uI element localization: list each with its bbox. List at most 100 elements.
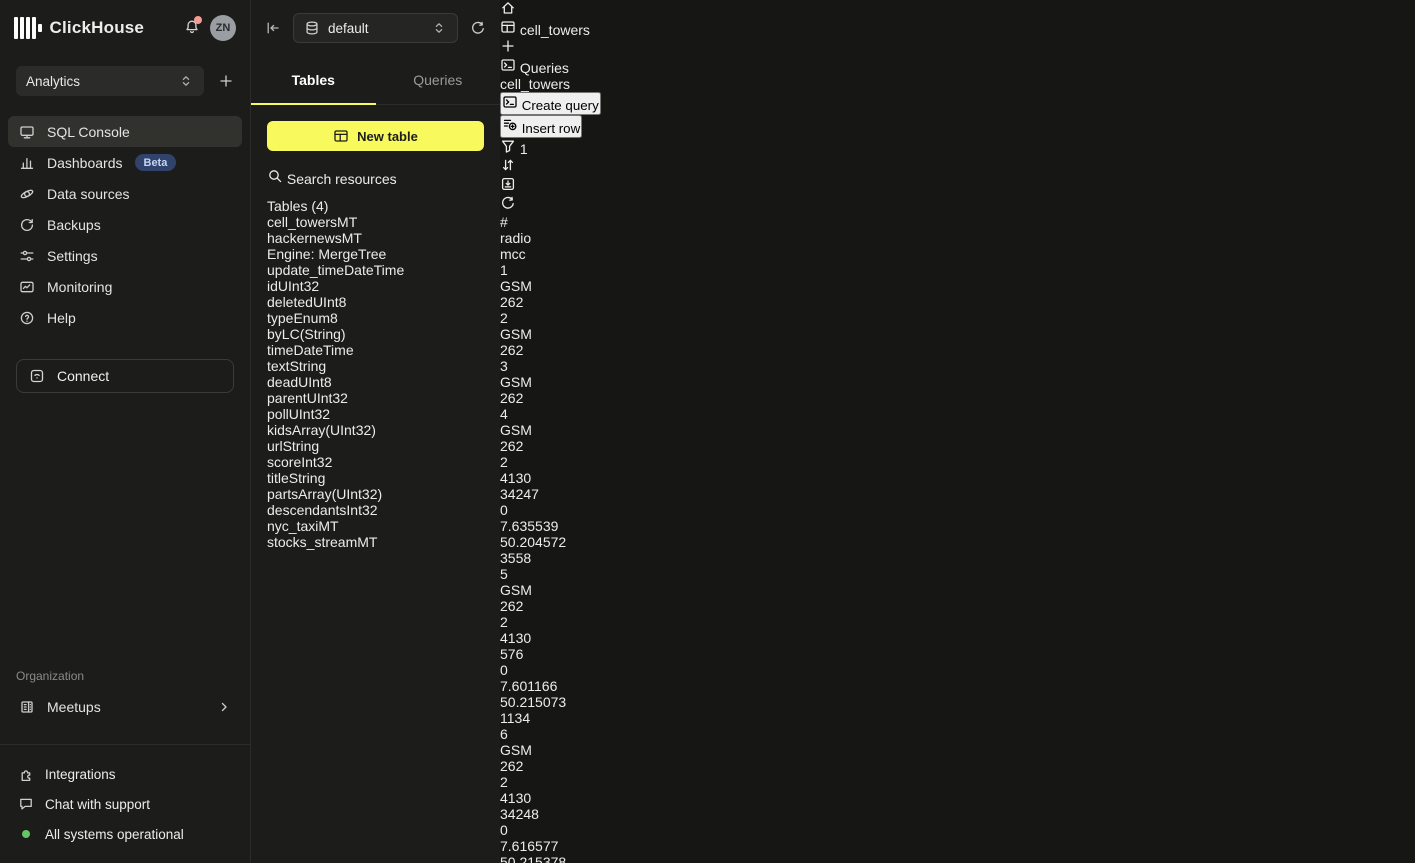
workspace-selector[interactable]: Analytics (16, 66, 204, 96)
collapse-panel-icon[interactable] (265, 20, 281, 36)
table-cell[interactable]: 7.601166 (500, 678, 630, 694)
explorer-tab-queries[interactable]: Queries (376, 56, 501, 105)
database-selector[interactable]: default (293, 13, 458, 43)
table-item-cell_towers[interactable]: cell_towersMT (267, 214, 484, 230)
tab-home[interactable] (500, 0, 630, 19)
sidebar-footer-all-systems-operational[interactable]: All systems operational (8, 819, 242, 849)
field-type: Int32 (301, 454, 332, 470)
table-cell[interactable]: 7.616577 (500, 838, 630, 854)
table-cell[interactable]: GSM (500, 374, 630, 390)
engine-badge: MT (318, 518, 338, 534)
field-type: DateTime (293, 342, 353, 358)
insert-row-button[interactable]: Insert row (500, 115, 582, 138)
field-type: UInt32 (278, 278, 319, 294)
table-item-nyc_taxi[interactable]: nyc_taxiMT (267, 518, 484, 534)
table-cell[interactable]: 34247 (500, 486, 630, 502)
table-cell[interactable]: GSM (500, 742, 630, 758)
sidebar-footer-integrations[interactable]: Integrations (8, 759, 242, 789)
column-header[interactable]: mcc (500, 246, 630, 262)
chevron-right-icon (215, 699, 232, 715)
table-cell[interactable]: 4130 (500, 470, 630, 486)
table-cell[interactable]: 50.215073 (500, 694, 630, 710)
explorer-tab-tables[interactable]: Tables (251, 56, 376, 105)
workspace-row: Analytics (16, 66, 234, 96)
table-cell[interactable]: 2 (500, 774, 630, 790)
queries-button[interactable]: Queries (500, 57, 630, 76)
sidebar-item-label: Help (47, 310, 76, 326)
table-cell[interactable]: 262 (500, 758, 630, 774)
column-header[interactable]: radio (500, 230, 630, 246)
row-number: 2 (500, 310, 630, 326)
table-cell[interactable]: 262 (500, 294, 630, 310)
table-cell[interactable]: 1134 (500, 710, 630, 726)
sidebar-nav: SQL ConsoleDashboardsBetaData sourcesBac… (8, 116, 242, 333)
table-cell[interactable]: 2 (500, 454, 630, 470)
table-item-hackernews[interactable]: hackernewsMT (267, 230, 484, 246)
table-cell[interactable]: 2 (500, 614, 630, 630)
field-name: update_time (267, 262, 344, 278)
create-query-button[interactable]: Create query (500, 92, 601, 115)
table-grid-icon (333, 128, 349, 144)
terminal-icon (500, 57, 516, 73)
status-dot-icon (22, 830, 30, 838)
table-cell[interactable]: 4130 (500, 630, 630, 646)
schema-field: deadUInt8 (267, 374, 484, 390)
add-tab-button[interactable] (500, 38, 630, 57)
field-type: UInt8 (298, 374, 331, 390)
new-table-button[interactable]: New table (267, 121, 484, 151)
notifications-bell-icon[interactable] (184, 19, 200, 38)
connect-button[interactable]: Connect (16, 359, 234, 393)
table-cell[interactable]: 4130 (500, 790, 630, 806)
table-cell[interactable]: 3558 (500, 550, 630, 566)
tab-cell-towers[interactable]: cell_towers (500, 19, 630, 38)
table-item-stocks_stream[interactable]: stocks_streamMT (267, 534, 484, 550)
field-name: by (267, 326, 282, 342)
sidebar-item-meetups[interactable]: Meetups (8, 691, 242, 722)
table-cell[interactable]: 7.635539 (500, 518, 630, 534)
sort-button[interactable] (500, 157, 630, 176)
table-cell[interactable]: 50.204572 (500, 534, 630, 550)
chevron-up-down-icon (178, 73, 194, 89)
table-cell[interactable]: GSM (500, 582, 630, 598)
filter-button[interactable]: 1 (500, 138, 630, 157)
search-input[interactable]: Search resources (267, 168, 484, 198)
add-workspace-button[interactable] (218, 73, 234, 89)
sidebar-item-backups[interactable]: Backups (8, 209, 242, 240)
table-cell[interactable]: 576 (500, 646, 630, 662)
table-cell[interactable]: 262 (500, 438, 630, 454)
sidebar-item-dashboards[interactable]: DashboardsBeta (8, 147, 242, 178)
sidebar-item-help[interactable]: Help (8, 302, 242, 333)
row-number: 3 (500, 358, 630, 374)
table-cell[interactable]: GSM (500, 326, 630, 342)
table-grid-icon (500, 19, 516, 35)
sidebar-item-monitoring[interactable]: Monitoring (8, 271, 242, 302)
table-cell[interactable]: 0 (500, 822, 630, 838)
search-placeholder: Search resources (287, 171, 397, 187)
table-cell[interactable]: GSM (500, 278, 630, 294)
sidebar-item-data-sources[interactable]: Data sources (8, 178, 242, 209)
column-header[interactable]: # (500, 214, 630, 230)
sidebar-item-label: Settings (47, 248, 98, 264)
table-cell[interactable]: 262 (500, 390, 630, 406)
refresh-table-button[interactable] (500, 195, 630, 214)
table-cell[interactable]: 262 (500, 598, 630, 614)
field-type: UInt8 (313, 294, 346, 310)
footer-item-label: Chat with support (45, 797, 150, 812)
sidebar-item-settings[interactable]: Settings (8, 240, 242, 271)
refresh-resources-icon[interactable] (470, 20, 486, 36)
avatar[interactable]: ZN (210, 15, 236, 41)
table-cell[interactable]: 262 (500, 342, 630, 358)
table-cell[interactable]: 0 (500, 502, 630, 518)
table-cell[interactable]: 50.215378 (500, 854, 630, 863)
clickhouse-logo[interactable] (14, 17, 42, 39)
table-cell[interactable]: 34248 (500, 806, 630, 822)
download-button[interactable] (500, 176, 630, 195)
sidebar-footer-chat-with-support[interactable]: Chat with support (8, 789, 242, 819)
table-cell[interactable]: GSM (500, 422, 630, 438)
sidebar-item-sql-console[interactable]: SQL Console (8, 116, 242, 147)
row-number: 6 (500, 726, 630, 742)
sidebar-footer: Integrations Chat with support All systems… (0, 759, 250, 863)
table-cell[interactable]: 0 (500, 662, 630, 678)
help-icon (18, 310, 35, 326)
insert-row-icon (502, 117, 518, 133)
